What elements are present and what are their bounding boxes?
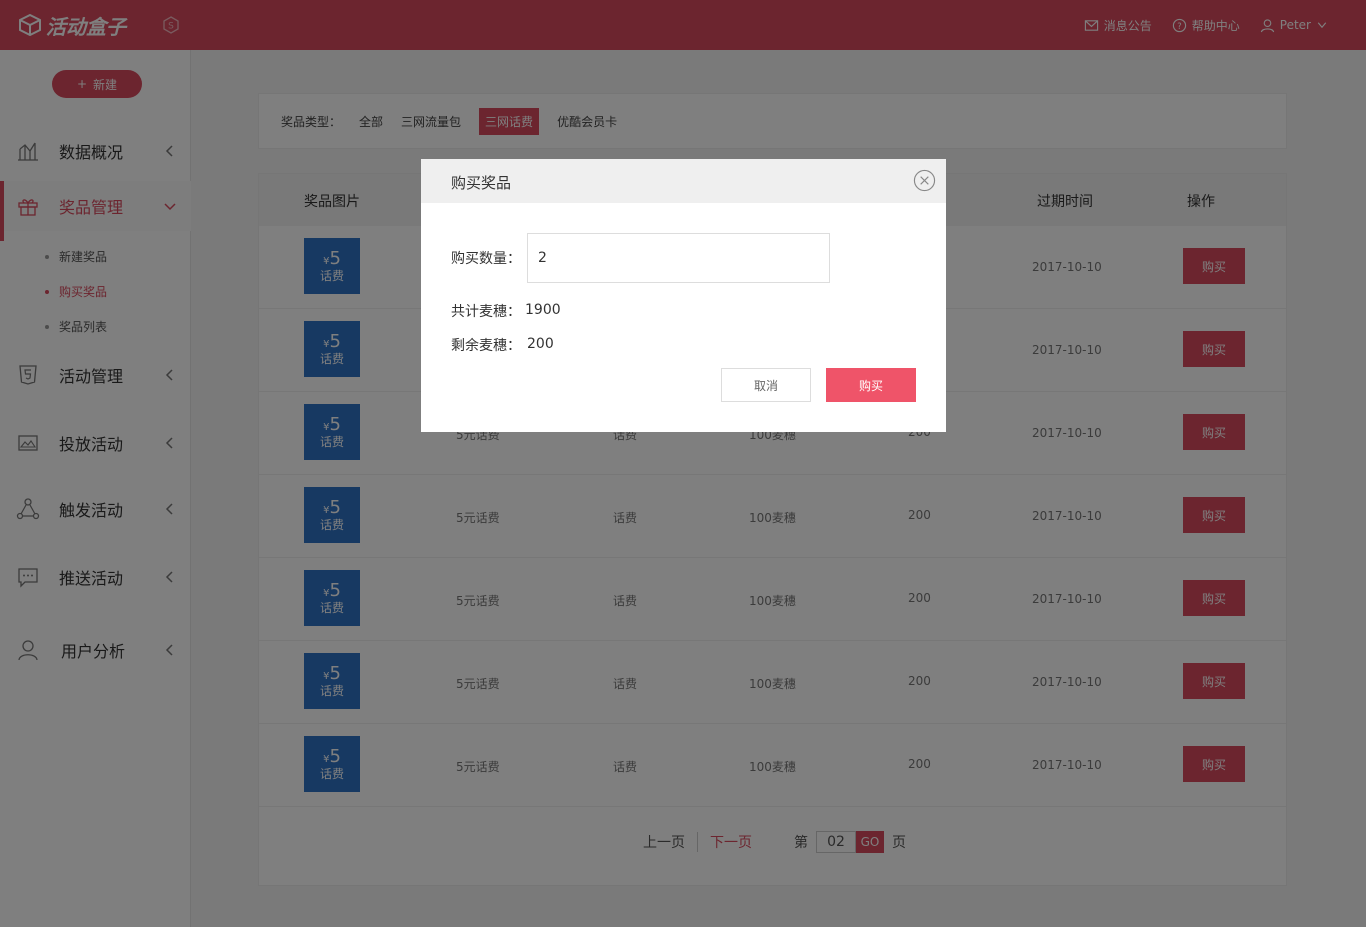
close-icon[interactable] xyxy=(913,169,936,192)
modal-backdrop[interactable] xyxy=(0,0,1366,927)
total-label: 共计麦穗： xyxy=(451,304,521,320)
quantity-label: 购买数量： xyxy=(451,251,521,267)
quantity-input[interactable] xyxy=(527,233,830,283)
dialog-title: 购买奖品 xyxy=(451,174,512,192)
remain-label: 剩余麦穗： xyxy=(451,338,521,354)
remain-value: 200 xyxy=(527,336,554,352)
buy-prize-dialog: 购买奖品 购买数量： 共计麦穗： 1900 剩余麦穗： 200 取消 购买 xyxy=(421,159,946,432)
dialog-header: 购买奖品 xyxy=(421,159,946,203)
confirm-buy-button[interactable]: 购买 xyxy=(826,368,916,402)
total-value: 1900 xyxy=(525,302,561,318)
cancel-button[interactable]: 取消 xyxy=(721,368,811,402)
